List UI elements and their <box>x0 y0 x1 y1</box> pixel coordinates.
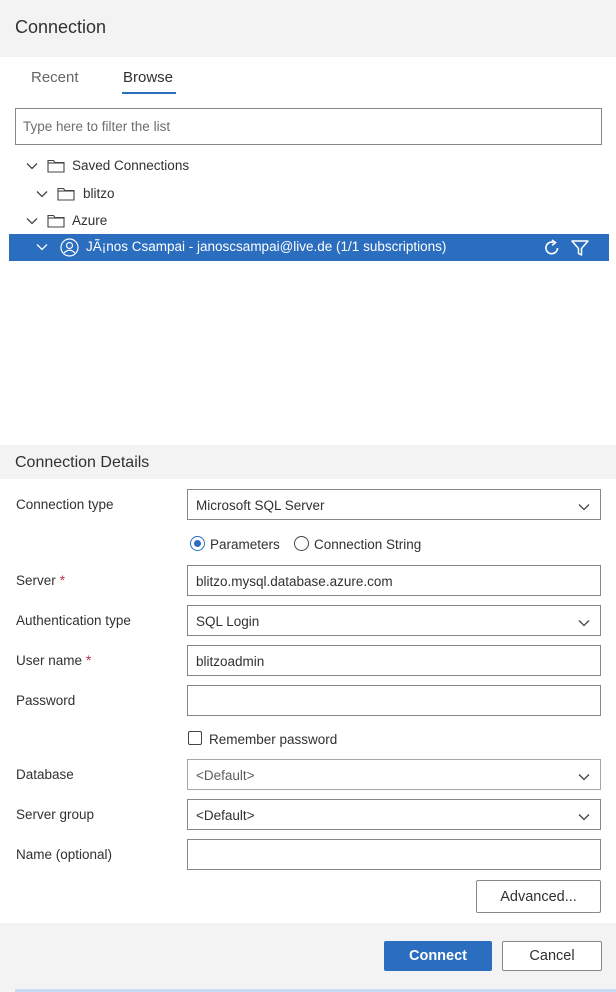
dialog-title: Connection <box>15 17 107 37</box>
user-name-label-text: User name <box>16 653 83 668</box>
chevron-down-icon[interactable] <box>25 214 39 228</box>
parameters-radio[interactable] <box>190 536 205 551</box>
auth-type-label: Authentication type <box>16 613 131 628</box>
connection-type-value: Microsoft SQL Server <box>196 498 325 513</box>
tree-label-azure: Azure <box>72 213 108 228</box>
connect-button[interactable]: Connect <box>384 941 492 971</box>
chevron-down-icon <box>578 620 590 627</box>
password-label: Password <box>16 693 76 708</box>
database-dropdown[interactable]: <Default> <box>187 759 601 790</box>
required-marker: * <box>59 573 66 588</box>
user-name-value: blitzoadmin <box>196 654 265 669</box>
auth-type-dropdown[interactable]: SQL Login <box>187 605 601 636</box>
remember-password-checkbox[interactable] <box>188 731 202 745</box>
tab-recent[interactable]: Recent <box>31 69 79 86</box>
server-label-text: Server <box>16 573 56 588</box>
auth-type-value: SQL Login <box>196 614 260 629</box>
tree-label-saved-connections: Saved Connections <box>72 158 190 173</box>
connection-name-label: Name (optional) <box>16 847 113 862</box>
connection-type-label: Connection type <box>16 497 114 512</box>
folder-icon <box>47 214 65 228</box>
connection-type-dropdown[interactable]: Microsoft SQL Server <box>187 489 601 520</box>
chevron-down-icon <box>578 774 590 781</box>
server-group-dropdown[interactable]: <Default> <box>187 799 601 830</box>
filter-icon[interactable] <box>570 238 590 258</box>
folder-icon <box>57 187 75 201</box>
connection-name-input[interactable] <box>187 839 601 870</box>
server-label: Server * <box>16 573 65 588</box>
chevron-down-icon <box>578 504 590 511</box>
server-group-value: <Default> <box>196 808 255 823</box>
server-group-label: Server group <box>16 807 95 822</box>
tree-node-azure[interactable]: Azure <box>0 208 616 234</box>
active-tab-indicator <box>122 92 176 94</box>
tree-node-blitzo[interactable]: blitzo <box>0 181 616 207</box>
connection-string-radio[interactable] <box>294 536 309 551</box>
tree-node-azure-account[interactable]: JÃ¡nos Csampai - janoscsampai@live.de (1… <box>9 234 609 261</box>
advanced-button[interactable]: Advanced... <box>476 880 601 913</box>
server-input[interactable]: blitzo.mysql.database.azure.com <box>187 565 601 596</box>
server-value: blitzo.mysql.database.azure.com <box>196 574 393 589</box>
password-input[interactable] <box>187 685 601 716</box>
chevron-down-icon <box>578 814 590 821</box>
tree-label-blitzo: blitzo <box>83 186 115 201</box>
cancel-button[interactable]: Cancel <box>502 941 602 971</box>
database-value: <Default> <box>196 768 255 783</box>
chevron-down-icon[interactable] <box>35 187 49 201</box>
filter-input[interactable] <box>15 108 602 145</box>
parameters-radio-label: Parameters <box>210 537 280 552</box>
refresh-icon[interactable] <box>542 238 562 258</box>
database-label: Database <box>16 767 74 782</box>
folder-icon <box>47 159 65 173</box>
dialog-header: Connection <box>0 0 616 57</box>
tree-node-saved-connections[interactable]: Saved Connections <box>0 153 616 179</box>
user-name-label: User name * <box>16 653 91 668</box>
required-marker: * <box>86 653 92 668</box>
connection-string-radio-label: Connection String <box>314 537 422 552</box>
user-name-input[interactable]: blitzoadmin <box>187 645 601 676</box>
connection-details-header: Connection Details <box>0 445 616 479</box>
account-icon <box>60 238 79 257</box>
remember-password-label: Remember password <box>209 732 338 747</box>
chevron-down-icon[interactable] <box>25 159 39 173</box>
connection-details-title: Connection Details <box>15 454 150 471</box>
tree-label-account: JÃ¡nos Csampai - janoscsampai@live.de (1… <box>86 239 447 254</box>
tab-browse[interactable]: Browse <box>123 69 173 86</box>
chevron-down-icon[interactable] <box>35 240 49 254</box>
